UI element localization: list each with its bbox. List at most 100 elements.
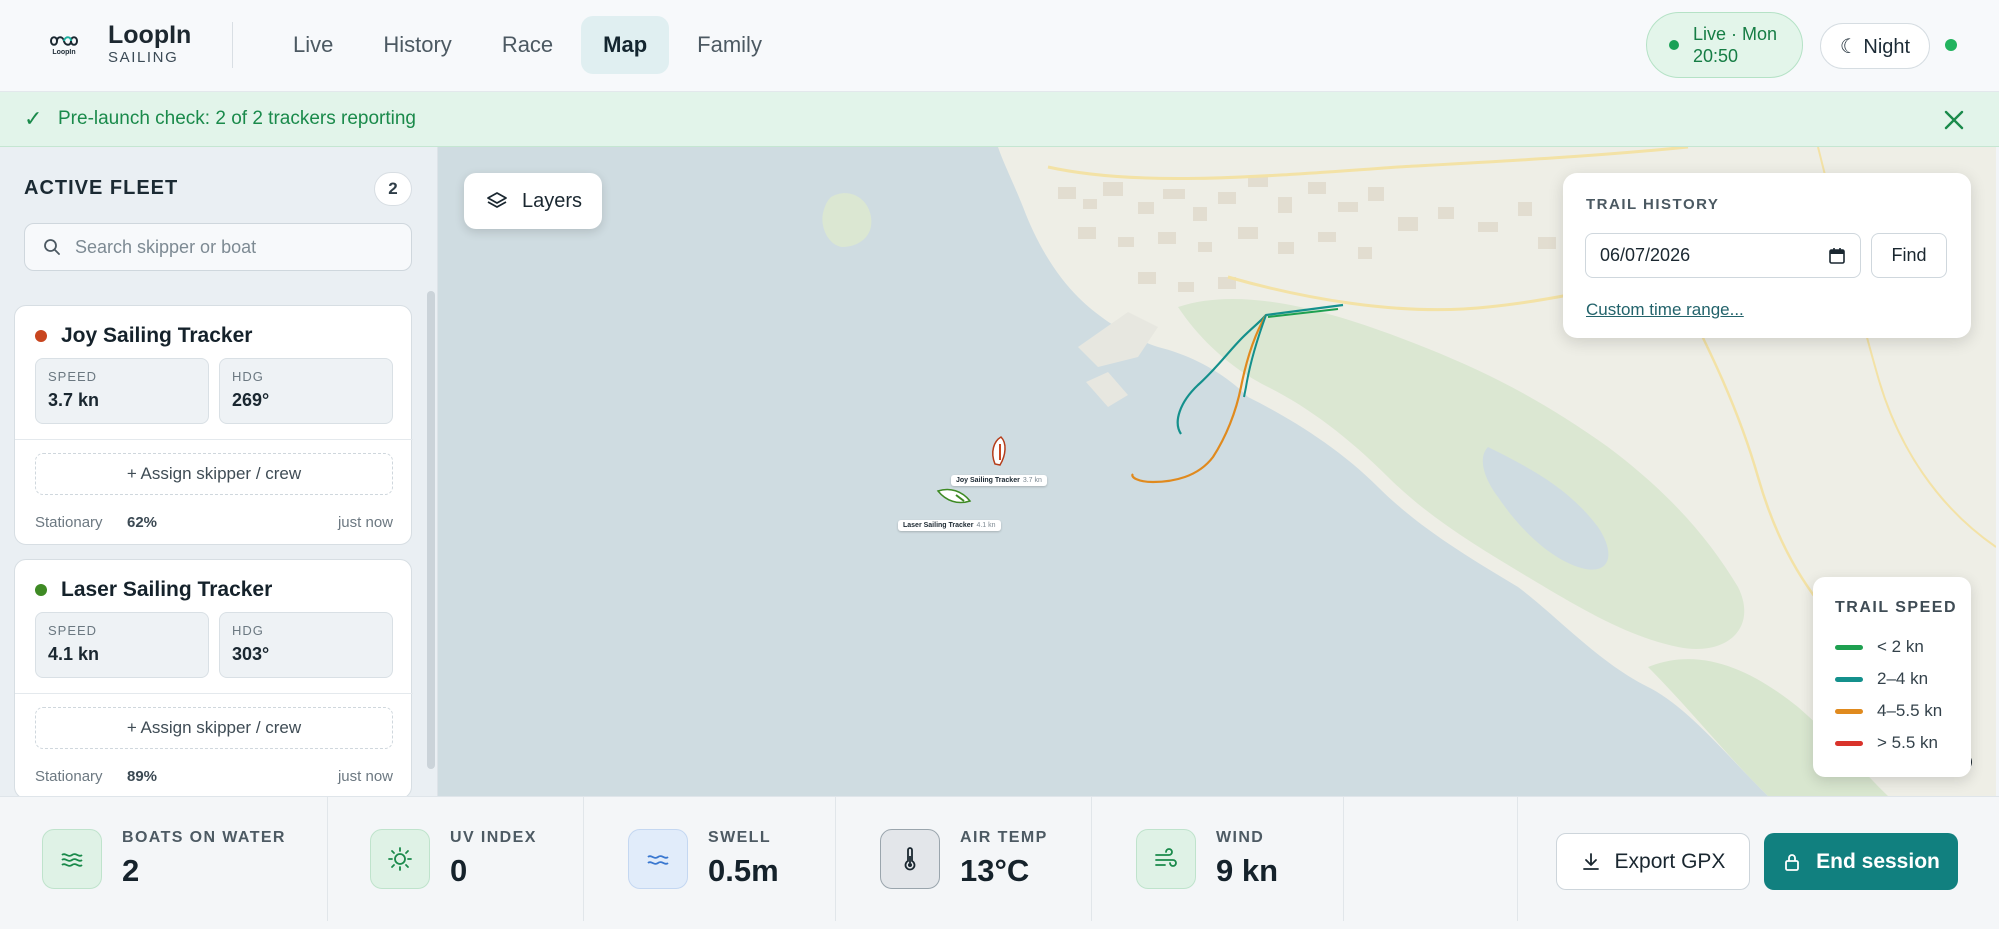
app-root: LoopIn LoopIn SAILING Live History Race …	[0, 0, 1999, 929]
boat-status-dot	[35, 584, 47, 596]
boat-status-dot	[35, 330, 47, 342]
assign-crew-button[interactable]: + Assign skipper / crew	[35, 707, 393, 749]
brand[interactable]: LoopIn LoopIn SAILING	[44, 22, 191, 67]
search-box[interactable]	[24, 223, 412, 271]
metric-value: 13°C	[960, 853, 1030, 888]
metric-swell: SWELL 0.5m	[584, 797, 836, 921]
fleet-title: ACTIVE FLEET	[24, 177, 179, 199]
sidebar-scrollbar[interactable]	[427, 291, 435, 769]
app-logo: LoopIn	[44, 25, 84, 65]
fleet-count-badge: 2	[374, 172, 412, 206]
legend-swatch	[1835, 740, 1863, 746]
card-divider	[15, 693, 413, 694]
tab-family[interactable]: Family	[675, 16, 784, 74]
metric-boats-on-water: BOATS ON WATER 2	[0, 797, 328, 921]
heading-label: HDG	[232, 623, 264, 638]
metric-air-temp: AIR TEMP 13°C	[836, 797, 1092, 921]
legend-label: < 2 kn	[1877, 637, 1924, 656]
live-dot	[1669, 40, 1679, 50]
thermometer-icon	[880, 829, 940, 889]
calendar-icon[interactable]	[1828, 247, 1846, 265]
end-session-button[interactable]: End session	[1764, 833, 1958, 890]
joy-boat-map-label[interactable]: Joy Sailing Tracker 3.7 kn	[951, 475, 1047, 486]
download-icon	[1582, 852, 1599, 870]
last-updated: just now	[337, 514, 393, 531]
stationary-percent: 89%	[127, 768, 158, 785]
tab-history[interactable]: History	[361, 16, 473, 74]
boat-list: Joy Sailing Tracker SPEED 3.7 kn HDG 269…	[0, 305, 437, 796]
boat-card[interactable]: Joy Sailing Tracker SPEED 3.7 kn HDG 269…	[14, 305, 413, 545]
banner-text: Pre-launch check: 2 of 2 trackers report…	[58, 108, 417, 129]
metric-value: 2	[122, 853, 140, 888]
app-name: LoopIn	[108, 21, 192, 49]
heading-value: 303°	[232, 644, 270, 664]
stationary-percent: 62%	[127, 514, 158, 531]
search-icon	[44, 239, 60, 255]
assign-crew-button[interactable]: + Assign skipper / crew	[35, 453, 393, 495]
export-gpx-button[interactable]: Export GPX	[1556, 833, 1750, 890]
logo-text: LoopIn	[52, 48, 76, 56]
metric-value: 0.5m	[708, 853, 779, 888]
swell-icon	[628, 829, 688, 889]
map-label-speed: 3.7 kn	[1022, 477, 1042, 484]
wind-icon	[1136, 829, 1196, 889]
card-divider	[15, 439, 413, 440]
live-status-pill[interactable]: Live · Mon 20:50	[1646, 12, 1803, 78]
metric-wind: WIND 9 kn	[1092, 797, 1344, 921]
metric-value: 0	[450, 853, 468, 888]
legend-item: < 2 kn	[1835, 637, 1924, 657]
tab-map[interactable]: Map	[581, 16, 670, 74]
main-nav: Live History Race Map Family	[271, 16, 784, 74]
trail-history-panel: TRAIL HISTORY 06/07/2026 Find Custom tim…	[1563, 173, 1971, 338]
metric-value: 9 kn	[1216, 853, 1279, 888]
connection-status-dot	[1945, 39, 1957, 51]
legend-swatch	[1835, 644, 1863, 650]
map-label-name: Joy Sailing Tracker	[956, 477, 1020, 484]
layers-button[interactable]: Layers	[464, 173, 602, 229]
last-updated: just now	[337, 768, 393, 785]
live-status-text: Live · Mon 20:50	[1693, 24, 1778, 66]
tab-live[interactable]: Live	[271, 16, 355, 74]
speed-value: 3.7 kn	[48, 390, 100, 410]
boat-name: Joy Sailing Tracker	[61, 324, 253, 347]
layers-icon	[487, 192, 507, 208]
legend-label: 4–5.5 kn	[1877, 701, 1943, 720]
end-session-label: End session	[1816, 849, 1940, 873]
map-view[interactable]: Joy Sailing Tracker 3.7 kn Laser Sailing …	[438, 147, 1996, 796]
search-input[interactable]	[75, 236, 395, 258]
trail-date-input[interactable]: 06/07/2026	[1585, 233, 1861, 278]
trail-speed-legend: TRAIL SPEED < 2 kn 2–4 kn 4–5.5 kn > 5.5…	[1813, 577, 1971, 777]
fleet-sidebar: ACTIVE FLEET 2 Joy Sailing Tracker SPEED…	[0, 147, 438, 796]
laser-boat-map-label[interactable]: Laser Sailing Tracker 4.1 kn	[898, 520, 1001, 531]
card-footer: Stationary 89% just now	[35, 768, 393, 785]
boat-card[interactable]: Laser Sailing Tracker SPEED 4.1 kn HDG 3…	[14, 559, 413, 796]
close-icon[interactable]	[1940, 106, 1968, 134]
trail-date-value: 06/07/2026	[1600, 245, 1691, 265]
speed-label: SPEED	[48, 623, 98, 638]
speed-stat: SPEED 4.1 kn	[35, 612, 209, 678]
metric-label: AIR TEMP	[960, 829, 1048, 846]
find-button[interactable]: Find	[1871, 233, 1947, 278]
card-footer: Stationary 62% just now	[35, 514, 393, 531]
waves-icon	[42, 829, 102, 889]
header-divider	[232, 22, 233, 68]
speed-label: SPEED	[48, 369, 98, 384]
check-icon: ✓	[24, 106, 43, 131]
lock-icon	[1785, 853, 1800, 871]
metric-spacer	[1344, 797, 1518, 921]
legend-item: 2–4 kn	[1835, 669, 1928, 689]
trail-history-title: TRAIL HISTORY	[1586, 196, 1720, 213]
metric-label: BOATS ON WATER	[122, 829, 286, 846]
legend-label: > 5.5 kn	[1877, 733, 1938, 752]
metric-label: SWELL	[708, 829, 771, 846]
heading-stat: HDG 303°	[219, 612, 393, 678]
legend-label: 2–4 kn	[1877, 669, 1929, 688]
heading-label: HDG	[232, 369, 264, 384]
tab-race[interactable]: Race	[480, 16, 575, 74]
top-bar: LoopIn LoopIn SAILING Live History Race …	[0, 0, 1999, 92]
custom-time-range-link[interactable]: Custom time range...	[1586, 300, 1744, 320]
app-subtitle: SAILING	[108, 49, 179, 66]
night-mode-toggle[interactable]: ☾ Night	[1820, 23, 1930, 69]
speed-stat: SPEED 3.7 kn	[35, 358, 209, 424]
prelaunch-banner: ✓ Pre-launch check: 2 of 2 trackers repo…	[0, 92, 1999, 147]
